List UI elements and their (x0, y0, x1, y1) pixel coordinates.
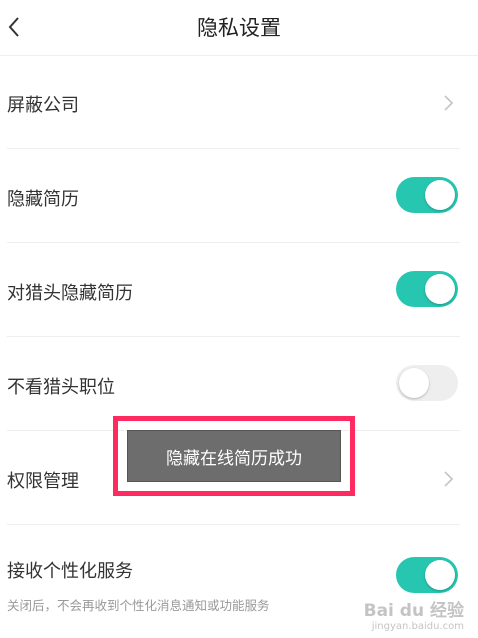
setting-label: 不看猎头职位 (7, 377, 115, 398)
toast-message: 隐藏在线简历成功 (128, 431, 340, 481)
hide-resume-toggle[interactable] (396, 177, 458, 213)
toggle-knob (425, 180, 455, 210)
setting-label: 屏蔽公司 (7, 95, 79, 116)
personalized-service-toggle[interactable] (396, 557, 458, 593)
watermark: Bai du 经验 jingyan.baidu.com (364, 596, 464, 632)
setting-label: 接收个性化服务 (7, 561, 133, 582)
highlight-frame: 隐藏在线简历成功 (113, 416, 355, 496)
setting-subtext: 关闭后，不会再收到个性化消息通知或功能服务 (7, 598, 270, 613)
hide-headhunter-jobs-toggle[interactable] (396, 365, 458, 401)
hide-from-headhunters-toggle[interactable] (396, 271, 458, 307)
settings-row-hide-resume: 隐藏简历 (0, 149, 478, 243)
setting-label: 隐藏简历 (7, 189, 79, 210)
toggle-knob (399, 368, 429, 398)
chevron-right-icon (444, 95, 454, 111)
setting-label: 权限管理 (7, 471, 79, 492)
settings-row-hide-from-headhunters: 对猎头隐藏简历 (0, 243, 478, 337)
page-title: 隐私设置 (197, 16, 281, 40)
chevron-right-icon (444, 471, 454, 487)
settings-row-block-company[interactable]: 屏蔽公司 (0, 55, 478, 149)
nav-bar: 隐私设置 (0, 0, 478, 56)
setting-label: 对猎头隐藏简历 (7, 283, 133, 304)
watermark-url: jingyan.baidu.com (371, 621, 464, 632)
toggle-knob (425, 560, 455, 590)
watermark-logo: Bai du 经验 (363, 601, 464, 621)
toggle-knob (425, 274, 455, 304)
